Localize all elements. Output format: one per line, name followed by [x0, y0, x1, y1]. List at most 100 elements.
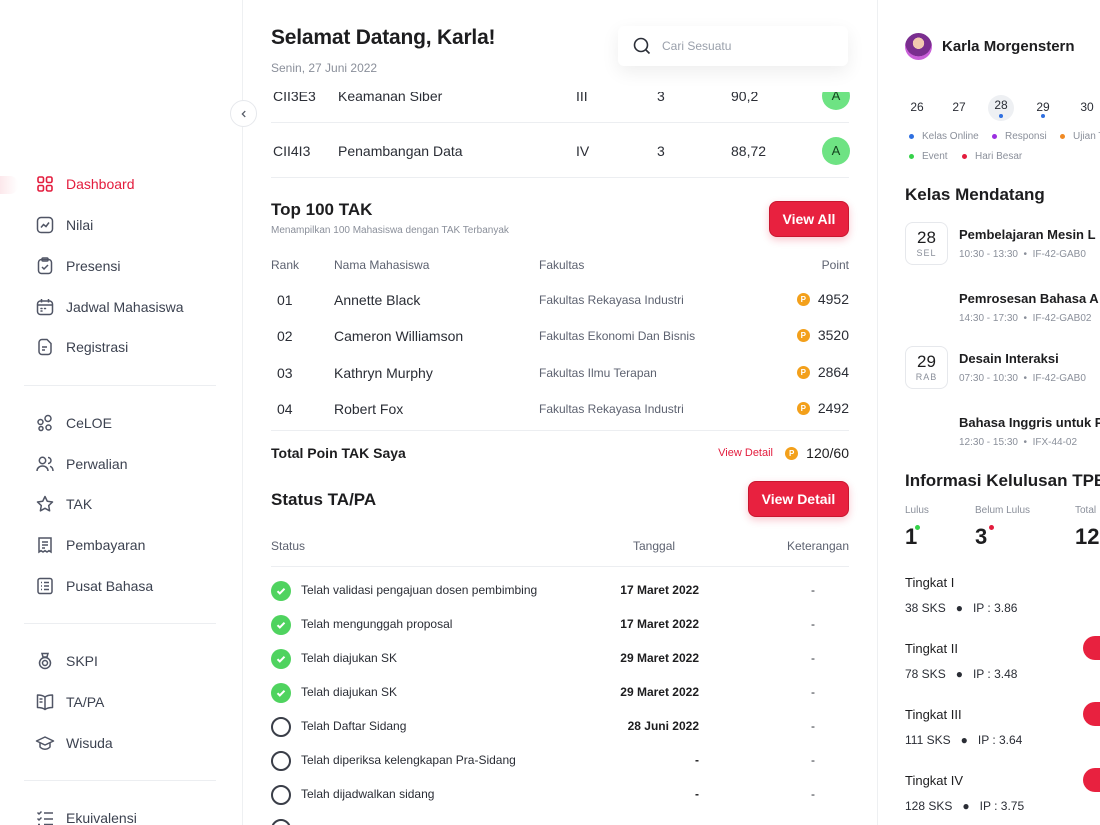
legend-dot: [962, 154, 967, 159]
level-ip: IP : 3.48: [972, 667, 1018, 681]
calendar-day[interactable]: 27: [946, 98, 972, 124]
level-ip: IP : 3.64: [977, 733, 1023, 747]
level-detail-button[interactable]: [1083, 636, 1100, 660]
student-name: Cameron Williamson: [334, 328, 464, 344]
search-input[interactable]: [662, 39, 822, 53]
column-header-name: Nama Mahasiswa: [334, 258, 430, 272]
sidebar-item-tapa[interactable]: TA/PA: [24, 685, 104, 719]
status-text: Telah mengunggah proposal: [301, 617, 453, 631]
sidebar-item-jadwal[interactable]: Jadwal Mahasiswa: [24, 290, 184, 324]
status-row: Telah diperiksa kelengkapan Pra-Sidang - -: [271, 744, 849, 778]
sidebar-item-dashboard[interactable]: Dashboard: [24, 167, 135, 201]
sidebar-item-perwalian[interactable]: Perwalian: [24, 447, 127, 481]
status-row: Telah dijadwalkan sidang - -: [271, 778, 849, 812]
total-label: Total: [1075, 505, 1097, 516]
status-text: Telah dijadwalkan sidang: [301, 787, 435, 801]
legend-item: Ujian T: [1060, 131, 1100, 142]
level-sks: 111 SKS: [905, 733, 951, 747]
total-value: 128: [1075, 524, 1100, 549]
sidebar-item-tak[interactable]: TAK: [24, 487, 92, 521]
level-meta: 111 SKS ● IP : 3.64: [905, 733, 1023, 747]
sidebar-item-label: Ekuivalensi: [66, 810, 137, 825]
search-box[interactable]: [618, 26, 848, 66]
document-icon: [34, 336, 56, 358]
sidebar-item-pembayaran[interactable]: Pembayaran: [24, 528, 145, 562]
sidebar-item-celoe[interactable]: CeLOE: [24, 406, 112, 440]
class-name[interactable]: Bahasa Inggris untuk P: [959, 415, 1100, 430]
class-room: IFX-44-02: [1032, 437, 1078, 448]
status-date: 28 Juni 2022: [627, 719, 699, 733]
coin-icon: P: [796, 401, 810, 415]
level-ip: IP : 3.75: [979, 799, 1025, 813]
point-value: P 4952: [796, 291, 849, 307]
status-text: Telah diajukan SK: [301, 685, 398, 699]
empty-circle-icon: [271, 751, 291, 771]
column-header-rank: Rank: [271, 258, 300, 272]
sidebar-item-presensi[interactable]: Presensi: [24, 249, 120, 283]
class-name[interactable]: Pembelajaran Mesin L: [959, 227, 1096, 242]
sidebar-item-label: Dashboard: [66, 176, 135, 192]
status-text: Telah validasi pengajuan dosen pembimbin…: [301, 583, 538, 597]
sidebar-item-ekuivalensi[interactable]: Ekuivalensi: [24, 801, 137, 825]
legend-dot: [1060, 134, 1065, 139]
grade-badge: A: [822, 136, 850, 165]
view-detail-link[interactable]: View Detail: [718, 447, 773, 459]
calendar-icon: [34, 296, 56, 318]
status-date: 29 Maret 2022: [620, 651, 699, 665]
grid-icon: [34, 173, 56, 195]
date-badge: 29 RAB: [905, 346, 948, 389]
faculty: Fakultas Rekayasa Industri: [539, 293, 684, 307]
sidebar-item-nilai[interactable]: Nilai: [24, 208, 93, 242]
class-name[interactable]: Desain Interaksi: [959, 351, 1059, 366]
student-name: Robert Fox: [334, 401, 404, 417]
calendar-day[interactable]: 30: [1074, 98, 1100, 124]
point-value: P 2864: [796, 364, 849, 380]
sidebar-collapse-button[interactable]: [230, 100, 257, 127]
sidebar-item-registrasi[interactable]: Registrasi: [24, 330, 128, 364]
graduation-title: Informasi Kelulusan TPB: [905, 471, 1100, 490]
rank: 03: [277, 365, 293, 381]
search-icon: [633, 37, 651, 55]
legend-label: Hari Besar: [975, 151, 1023, 162]
clipboard-check-icon: [34, 255, 56, 277]
sidebar-item-label: SKPI: [66, 653, 98, 669]
avatar[interactable]: [905, 33, 932, 60]
status-note: -: [811, 719, 815, 733]
sidebar-item-skpi[interactable]: SKPI: [24, 644, 98, 678]
status-text: Telah Daftar Sidang: [301, 719, 407, 733]
level-ip: IP : 3.86: [972, 601, 1018, 615]
level-detail-button[interactable]: [1083, 702, 1100, 726]
class-room: IF-42-GAB0: [1032, 249, 1086, 260]
check-circle-icon: [271, 581, 291, 601]
status-divider: [271, 566, 849, 567]
sidebar-item-label: Presensi: [66, 258, 121, 274]
current-date: Senin, 27 Juni 2022: [271, 61, 378, 75]
level-name: Tingkat I: [905, 575, 955, 590]
status-dot: [989, 525, 994, 530]
sidebar-divider: [24, 780, 216, 781]
column-header-note: Keterangan: [786, 539, 849, 553]
class-time: 12:30 - 15:30: [959, 437, 1018, 448]
date-weekday: SEL: [916, 248, 937, 258]
level-detail-button[interactable]: [1083, 768, 1100, 792]
level-name: Tingkat IV: [905, 773, 964, 788]
class-meta: 10:30 - 13:30 • IF-42-GAB0: [959, 249, 1086, 260]
view-all-button[interactable]: View All: [769, 201, 849, 237]
course-code: CII4I3: [273, 142, 311, 159]
calendar-day[interactable]: 29: [1030, 98, 1056, 124]
calendar-day[interactable]: 26: [904, 98, 930, 124]
sidebar-item-label: Pusat Bahasa: [66, 578, 154, 594]
level-sks: 78 SKS: [905, 667, 946, 681]
view-detail-button[interactable]: View Detail: [748, 481, 849, 517]
check-circle-icon: [271, 683, 291, 703]
sidebar-item-label: Nilai: [66, 217, 94, 233]
class-meta: 14:30 - 17:30 • IF-42-GAB02: [959, 313, 1092, 324]
sidebar-item-label: Jadwal Mahasiswa: [66, 299, 184, 315]
sidebar-item-wisuda[interactable]: Wisuda: [24, 726, 113, 760]
faculty: Fakultas Ekonomi Dan Bisnis: [539, 329, 696, 343]
class-time: 07:30 - 10:30: [959, 373, 1018, 384]
coin-icon: P: [796, 365, 810, 379]
class-name[interactable]: Pemrosesan Bahasa A: [959, 291, 1099, 306]
page-header: Selamat Datang, Karla! Senin, 27 Juni 20…: [244, 0, 877, 92]
sidebar-item-pusat-bahasa[interactable]: Pusat Bahasa: [24, 569, 153, 603]
